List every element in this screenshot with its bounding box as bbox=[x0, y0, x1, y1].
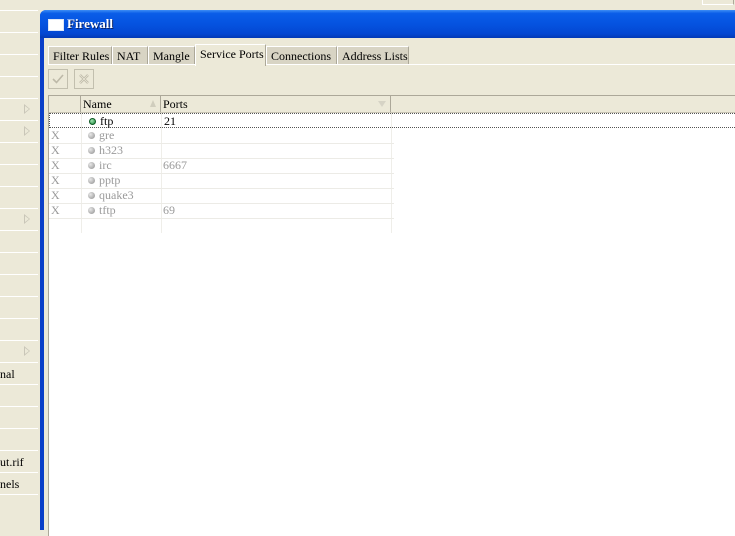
table-row[interactable]: Xquake3 bbox=[49, 188, 394, 204]
left-menu-item[interactable] bbox=[0, 318, 38, 340]
service-ports-table: Name Ports ftp 21 Xgre Xh323 Xirc 6667 Xpptp Xq… bbox=[48, 95, 735, 536]
tab-mangle[interactable]: Mangle bbox=[148, 46, 195, 64]
status-disabled-icon bbox=[88, 192, 95, 199]
table-row[interactable]: Xirc 6667 bbox=[49, 158, 394, 174]
tab-service-ports[interactable]: Service Ports bbox=[195, 44, 266, 66]
left-menu-item[interactable]: nels bbox=[0, 472, 38, 494]
table-row[interactable]: Xtftp 69 bbox=[49, 203, 394, 219]
table-row[interactable]: ftp 21 bbox=[49, 113, 735, 128]
left-menu-item[interactable] bbox=[0, 406, 38, 428]
left-menu-item[interactable] bbox=[0, 296, 38, 318]
tab-address-lists[interactable]: Address Lists bbox=[337, 46, 409, 64]
table-header: Name Ports bbox=[49, 96, 735, 113]
left-menu-item[interactable] bbox=[0, 230, 38, 252]
tab-connections[interactable]: Connections bbox=[266, 46, 337, 64]
disabled-flag: X bbox=[51, 128, 60, 142]
submenu-arrow-icon bbox=[24, 214, 30, 224]
column-header-ports-label: Ports bbox=[163, 97, 188, 111]
disable-button[interactable] bbox=[74, 69, 94, 89]
disabled-flag: X bbox=[51, 143, 60, 157]
tab-filter-rules[interactable]: Filter Rules bbox=[48, 46, 112, 64]
sort-ascending-icon bbox=[150, 100, 156, 107]
service-name: h323 bbox=[99, 143, 123, 157]
left-menu-item-label: nal bbox=[0, 367, 15, 381]
column-dropdown-icon[interactable] bbox=[378, 101, 386, 107]
service-ports: 21 bbox=[164, 114, 176, 128]
table-row[interactable]: Xgre bbox=[49, 128, 394, 144]
submenu-arrow-icon bbox=[24, 104, 30, 114]
status-disabled-icon bbox=[88, 147, 95, 154]
left-menu-item[interactable] bbox=[0, 120, 38, 142]
left-menu-item[interactable] bbox=[0, 252, 38, 274]
status-disabled-icon bbox=[88, 132, 95, 139]
left-menu-item-label: nels bbox=[0, 477, 20, 491]
left-menu-item[interactable] bbox=[0, 384, 38, 406]
background-button[interactable] bbox=[702, 0, 734, 5]
column-header-name[interactable]: Name bbox=[81, 96, 161, 112]
check-icon bbox=[52, 74, 64, 84]
left-menu-panel: nal ut.rif nels bbox=[0, 10, 40, 523]
enable-button[interactable] bbox=[48, 69, 68, 89]
submenu-arrow-icon bbox=[24, 126, 30, 136]
left-menu-item[interactable]: ut.rif bbox=[0, 450, 38, 472]
window-title: Firewall bbox=[67, 16, 113, 31]
disabled-flag: X bbox=[51, 173, 60, 187]
column-header-flag[interactable] bbox=[49, 96, 81, 112]
left-menu-item[interactable] bbox=[0, 428, 38, 450]
cross-icon bbox=[79, 74, 89, 84]
submenu-arrow-icon bbox=[24, 346, 30, 356]
left-menu-item[interactable] bbox=[0, 186, 38, 208]
left-menu-item[interactable] bbox=[0, 208, 38, 230]
left-menu-item[interactable] bbox=[0, 164, 38, 186]
left-menu-item[interactable] bbox=[0, 494, 38, 516]
service-name: pptp bbox=[99, 173, 121, 187]
left-menu-item[interactable]: nal bbox=[0, 362, 38, 384]
service-name: gre bbox=[99, 128, 115, 142]
firewall-window: Firewall Filter Rules NAT Mangle Service Po… bbox=[40, 10, 735, 536]
left-menu-item[interactable] bbox=[0, 54, 38, 76]
left-menu-item[interactable] bbox=[0, 32, 38, 54]
disabled-flag: X bbox=[51, 188, 60, 202]
left-menu-item[interactable] bbox=[0, 142, 38, 164]
service-name: irc bbox=[99, 158, 112, 172]
left-menu-item[interactable] bbox=[0, 76, 38, 98]
window-icon bbox=[48, 19, 64, 31]
service-name: tftp bbox=[99, 203, 116, 217]
left-menu-item-label: ut.rif bbox=[0, 455, 24, 469]
status-enabled-icon bbox=[89, 118, 96, 125]
column-header-name-label: Name bbox=[83, 97, 112, 111]
left-menu-item[interactable] bbox=[0, 98, 38, 120]
disabled-flag: X bbox=[51, 158, 60, 172]
service-ports: 69 bbox=[163, 203, 175, 217]
status-disabled-icon bbox=[88, 177, 95, 184]
service-name: quake3 bbox=[99, 188, 134, 202]
tab-nat[interactable]: NAT bbox=[112, 46, 148, 64]
tab-divider bbox=[48, 64, 735, 65]
table-row[interactable]: Xh323 bbox=[49, 143, 394, 159]
service-name: ftp bbox=[100, 114, 114, 128]
status-disabled-icon bbox=[88, 162, 95, 169]
window-client-area: Filter Rules NAT Mangle Service Ports Connec… bbox=[44, 38, 735, 536]
window-titlebar[interactable]: Firewall bbox=[40, 10, 735, 38]
left-menu-item[interactable] bbox=[0, 10, 38, 32]
left-menu-item[interactable] bbox=[0, 274, 38, 296]
table-row[interactable]: Xpptp bbox=[49, 173, 394, 189]
status-disabled-icon bbox=[88, 207, 95, 214]
service-ports: 6667 bbox=[163, 158, 187, 172]
disabled-flag: X bbox=[51, 203, 60, 217]
column-header-ports[interactable]: Ports bbox=[161, 96, 391, 112]
left-menu-item[interactable] bbox=[0, 340, 38, 362]
background-top-strip bbox=[0, 0, 735, 10]
